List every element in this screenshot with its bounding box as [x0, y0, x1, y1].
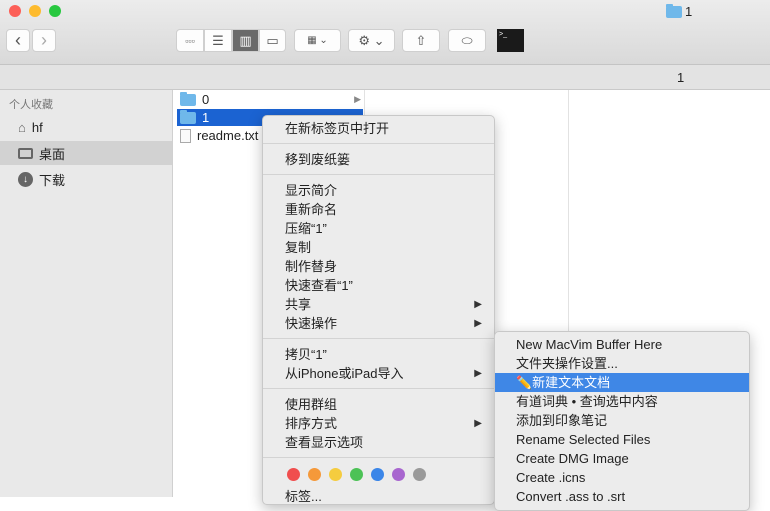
back-button[interactable]: ‹: [6, 29, 30, 52]
submenu-item[interactable]: ✏️新建文本文档: [495, 373, 749, 392]
menu-item-import-from-iphone[interactable]: 从iPhone或iPad导入 ▶: [263, 364, 494, 383]
home-icon: ⌂: [18, 119, 26, 135]
desktop-icon: [18, 147, 33, 159]
tag-color-dot[interactable]: [350, 468, 363, 481]
download-icon: ↓: [18, 171, 33, 187]
sidebar-section-favorites: 个人收藏: [9, 99, 53, 111]
tag-button[interactable]: ⬭: [448, 29, 486, 52]
window-title: 1: [666, 3, 692, 19]
chevron-right-icon: ▶: [354, 94, 361, 104]
path-bar: 1: [0, 65, 770, 90]
menu-item-rename[interactable]: 重新命名: [263, 200, 494, 219]
submenu-arrow-icon: ▶: [474, 368, 482, 379]
menu-item-use-groups[interactable]: 使用群组: [263, 395, 494, 414]
tag-color-dot[interactable]: [287, 468, 300, 481]
list-item[interactable]: 0 ▶: [177, 91, 363, 108]
minimize-button[interactable]: [29, 5, 41, 17]
submenu-item[interactable]: 添加到印象笔记: [495, 411, 749, 430]
submenu-item[interactable]: New MacVim Buffer Here: [495, 335, 749, 354]
tag-color-dot[interactable]: [371, 468, 384, 481]
share-button[interactable]: ⇧: [402, 29, 440, 52]
sidebar-item-hf[interactable]: ⌂ hf: [0, 115, 172, 139]
submenu-arrow-icon: ▶: [474, 299, 482, 310]
tag-color-dot[interactable]: [413, 468, 426, 481]
icon-view-button[interactable]: ▫▫▫: [176, 29, 204, 52]
tag-color-dot[interactable]: [392, 468, 405, 481]
tag-color-dot[interactable]: [329, 468, 342, 481]
sidebar-item-desktop[interactable]: 桌面: [0, 141, 172, 165]
sidebar-item-downloads[interactable]: ↓ 下载: [0, 167, 172, 191]
submenu-item[interactable]: Create DMG Image: [495, 449, 749, 468]
quick-actions-submenu: New MacVim Buffer Here 文件夹操作设置... ✏️新建文本文档…: [494, 331, 750, 511]
sidebar: 个人收藏 ⌂ hf 桌面 ↓ 下载: [0, 90, 173, 497]
submenu-item[interactable]: 有道词典 • 查询选中内容: [495, 392, 749, 411]
menu-item-copy[interactable]: 拷贝“1”: [263, 345, 494, 364]
menu-item-move-to-trash[interactable]: 移到废纸篓: [263, 150, 494, 169]
menu-item-share[interactable]: 共享 ▶: [263, 295, 494, 314]
context-menu: 在新标签页中打开 移到废纸篓 显示简介 重新命名 压缩“1” 复制 制作替身 快…: [262, 115, 495, 505]
menu-item-sort-by[interactable]: 排序方式 ▶: [263, 414, 494, 433]
action-gear-button[interactable]: ⚙ ⌄: [348, 29, 395, 52]
folder-icon: [666, 3, 682, 18]
gallery-view-button[interactable]: ▭: [259, 29, 286, 52]
zoom-button[interactable]: [49, 5, 61, 17]
menu-item-quick-actions[interactable]: 快速操作 ▶: [263, 314, 494, 333]
folder-icon: [180, 109, 196, 124]
menu-item-show-view-options[interactable]: 查看显示选项: [263, 433, 494, 452]
folder-icon: [180, 91, 196, 106]
list-item[interactable]: readme.txt: [177, 127, 258, 144]
title-bar: 1 ‹ › ▫▫▫ ☰ ▥ ▭ ▦ ⌄ ⚙ ⌄ ⇧ ⬭ >_: [0, 0, 770, 65]
submenu-item[interactable]: Rename Selected Files: [495, 430, 749, 449]
menu-item-quick-look[interactable]: 快速查看“1”: [263, 276, 494, 295]
text-file-icon: [180, 128, 191, 143]
submenu-item[interactable]: Create .icns: [495, 468, 749, 487]
menu-item-make-alias[interactable]: 制作替身: [263, 257, 494, 276]
forward-button[interactable]: ›: [32, 29, 56, 52]
menu-item-compress[interactable]: 压缩“1”: [263, 219, 494, 238]
submenu-item[interactable]: 文件夹操作设置...: [495, 354, 749, 373]
tag-color-dot[interactable]: [308, 468, 321, 481]
terminal-icon[interactable]: >_: [497, 29, 524, 52]
menu-item-open-new-tab[interactable]: 在新标签页中打开: [263, 119, 494, 138]
submenu-arrow-icon: ▶: [474, 318, 482, 329]
list-view-button[interactable]: ☰: [204, 29, 232, 52]
submenu-arrow-icon: ▶: [474, 418, 482, 429]
close-button[interactable]: [9, 5, 21, 17]
column-view-button[interactable]: ▥: [232, 29, 259, 52]
menu-item-duplicate[interactable]: 复制: [263, 238, 494, 257]
menu-item-get-info[interactable]: 显示简介: [263, 181, 494, 200]
group-button[interactable]: ▦ ⌄: [294, 29, 341, 52]
